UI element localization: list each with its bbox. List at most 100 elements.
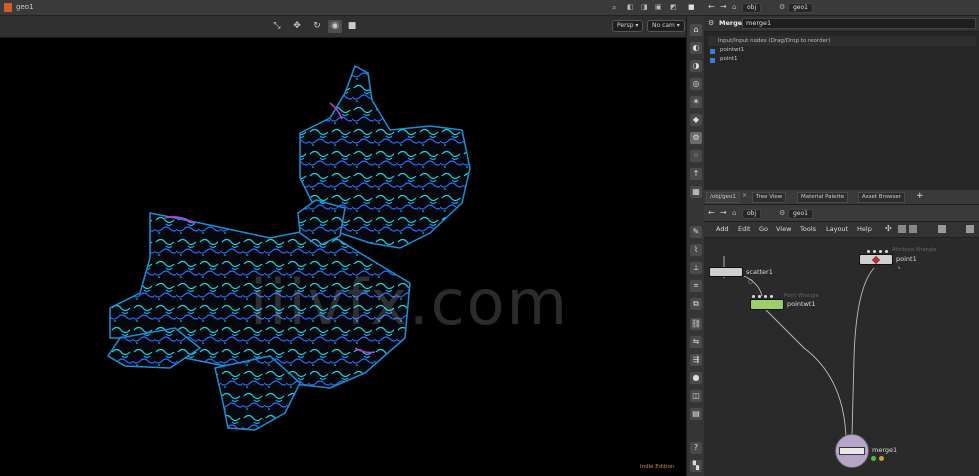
layout-icon-3[interactable] <box>938 225 946 233</box>
layout-icon-2[interactable] <box>909 225 917 233</box>
light-icon[interactable]: ☀ <box>690 96 702 108</box>
sculpt-icon[interactable]: ⌇ <box>690 244 702 256</box>
array-icon[interactable]: ⇶ <box>690 354 702 366</box>
lock-camera-icon[interactable]: ⌂ <box>690 24 702 36</box>
view-icon-1[interactable]: ◧ <box>627 3 634 11</box>
input-label: pointwt1 <box>720 47 745 53</box>
tab-tree-view[interactable]: Tree View <box>752 192 787 203</box>
node-pointwt[interactable] <box>750 299 784 310</box>
net-geo-icon: ⚙ <box>779 209 786 217</box>
view-icon-2[interactable]: ◨ <box>641 3 648 11</box>
menu-go[interactable]: Go <box>759 225 768 233</box>
menu-edit[interactable]: Edit <box>738 225 751 233</box>
tab-network[interactable]: /obj/geo1 <box>706 192 740 203</box>
right-panel: ← → ⌂ obj ⚙ geo1 ⚙ Merge merge1 Input/In… <box>704 0 979 476</box>
net-back-arrow-icon[interactable]: ← <box>708 208 715 217</box>
menu-help[interactable]: Help <box>857 225 872 233</box>
render-flag-icon <box>879 456 884 461</box>
bake-icon[interactable]: ▤ <box>690 408 702 420</box>
layout-icon-1[interactable] <box>898 225 906 233</box>
snap-icon[interactable]: ◆ <box>690 114 702 126</box>
paint-icon[interactable]: ✎ <box>690 226 702 238</box>
pin-icon[interactable]: ⌕ <box>612 3 616 13</box>
node-merge-label: merge1 <box>872 446 898 454</box>
node-point-input-dot <box>867 250 870 253</box>
input-checkbox-icon[interactable] <box>710 58 715 63</box>
menu-add[interactable]: Add <box>716 225 729 233</box>
path-geo[interactable]: geo1 <box>788 3 813 13</box>
menu-layout[interactable]: Layout <box>826 225 848 233</box>
node-type-label: Merge <box>719 19 743 27</box>
node-scatter[interactable] <box>709 267 743 277</box>
grid-view-icon[interactable]: ▚ <box>690 460 702 472</box>
select-tool-icon[interactable]: ⤡ <box>270 20 284 33</box>
node-merge[interactable] <box>835 434 869 468</box>
input-row[interactable]: point1 <box>708 56 976 65</box>
node-point[interactable] <box>859 254 893 265</box>
3d-viewport[interactable]: iiivfx.com Indie Edition <box>0 38 686 476</box>
net-path-geo[interactable]: geo1 <box>788 209 813 219</box>
persp-dropdown[interactable]: Persp ▾ <box>612 20 644 32</box>
camera-dropdown[interactable]: No cam ▾ <box>647 20 685 32</box>
back-arrow-icon[interactable]: ← <box>708 2 715 11</box>
node-point-input-dot <box>885 250 888 253</box>
input-checkbox-icon[interactable] <box>710 49 715 54</box>
viewport-tab-title[interactable]: geo1 <box>16 3 34 11</box>
node-name-field[interactable]: merge1 <box>742 18 976 29</box>
ruler-icon[interactable]: ⌗ <box>690 280 702 292</box>
link-icon[interactable]: ⛓ <box>690 318 702 330</box>
node-scatter-label: scatter1 <box>746 268 773 276</box>
network-editor[interactable]: scatter1 ○ Point Wrangle pointwt1 Attrib… <box>704 238 979 476</box>
points-icon[interactable]: ⁘ <box>690 150 702 162</box>
display-icon[interactable]: ◐ <box>690 42 702 54</box>
viewport-toolbar: ⤡ ✥ ↻ ◉ ■ Persp ▾ No cam ▾ <box>0 16 704 38</box>
viewport-tab-bar: geo1 ⌕ ◧ ◨ ▣ ◩ ■ <box>0 0 704 16</box>
measure-icon[interactable]: ⟂ <box>690 262 702 274</box>
wireframe-icon[interactable]: ◎ <box>690 78 702 90</box>
grid-icon[interactable]: ▦ <box>690 186 702 198</box>
param-node-header: ⚙ Merge merge1 <box>704 16 979 32</box>
menu-view[interactable]: View <box>776 225 791 233</box>
maximize-icon[interactable]: ■ <box>688 3 695 11</box>
network-tab-bar: /obj/geo1 × Tree View Material Palette A… <box>704 190 979 205</box>
scale-tool-icon[interactable]: ◉ <box>328 20 342 33</box>
display-flag-icon <box>871 456 876 461</box>
tools-wrench-icon[interactable]: ✣ <box>885 224 892 233</box>
geo-icon: ⚙ <box>779 3 786 11</box>
net-obj-icon: ⌂ <box>732 209 737 217</box>
normals-icon[interactable]: ↑ <box>690 168 702 180</box>
cam-icon[interactable]: ◫ <box>690 390 702 402</box>
squab-render <box>106 64 471 431</box>
path-obj[interactable]: obj <box>742 3 762 13</box>
handle-tool-icon[interactable]: ■ <box>345 20 359 33</box>
add-tab-icon[interactable]: + <box>916 191 924 201</box>
viewport-side-toolbar: ⌂ ◐ ◑ ◎ ☀ ◆ ⚙ ⁘ ↑ ▦ ✎ ⌇ ⟂ ⌗ ⧉ ⛓ ⇋ ⇶ ● ◫ … <box>686 16 704 476</box>
inputs-panel: Input/Input nodes (Drag/Drop to reorder)… <box>704 32 979 190</box>
node-type-icon: ⚙ <box>708 19 715 27</box>
flip-icon[interactable]: ⇋ <box>690 336 702 348</box>
node-pointwt-input-dot <box>752 295 755 298</box>
sphere-icon[interactable]: ● <box>690 372 702 384</box>
shading-icon[interactable]: ◑ <box>690 60 702 72</box>
rotate-tool-icon[interactable]: ↻ <box>310 20 324 33</box>
move-tool-icon[interactable]: ✥ <box>290 20 304 33</box>
tab-asset-browser[interactable]: Asset Browser <box>858 192 906 203</box>
node-point-flag-icon: ↳ <box>897 265 902 271</box>
node-pointwt-input-dot <box>764 295 767 298</box>
obj-icon: ⌂ <box>732 3 737 11</box>
net-path-obj[interactable]: obj <box>742 209 762 219</box>
layout-icon-4[interactable] <box>966 225 974 233</box>
view-icon-3[interactable]: ▣ <box>655 3 662 11</box>
net-forward-arrow-icon[interactable]: → <box>720 208 727 217</box>
menu-tools[interactable]: Tools <box>800 225 816 233</box>
node-point-icon <box>871 255 881 265</box>
forward-arrow-icon[interactable]: → <box>720 2 727 11</box>
view-icon-4[interactable]: ◩ <box>670 3 677 11</box>
help-icon[interactable]: ? <box>690 442 702 454</box>
visibility-icon[interactable]: ⚙ <box>690 132 702 144</box>
tab-close-icon[interactable]: × <box>742 192 747 199</box>
tab-material-palette[interactable]: Material Palette <box>797 192 849 203</box>
network-menu-bar: Add Edit Go View Tools Layout Help ✣ <box>704 222 979 238</box>
group-icon[interactable]: ⧉ <box>690 298 702 310</box>
input-row[interactable]: pointwt1 <box>708 47 976 56</box>
